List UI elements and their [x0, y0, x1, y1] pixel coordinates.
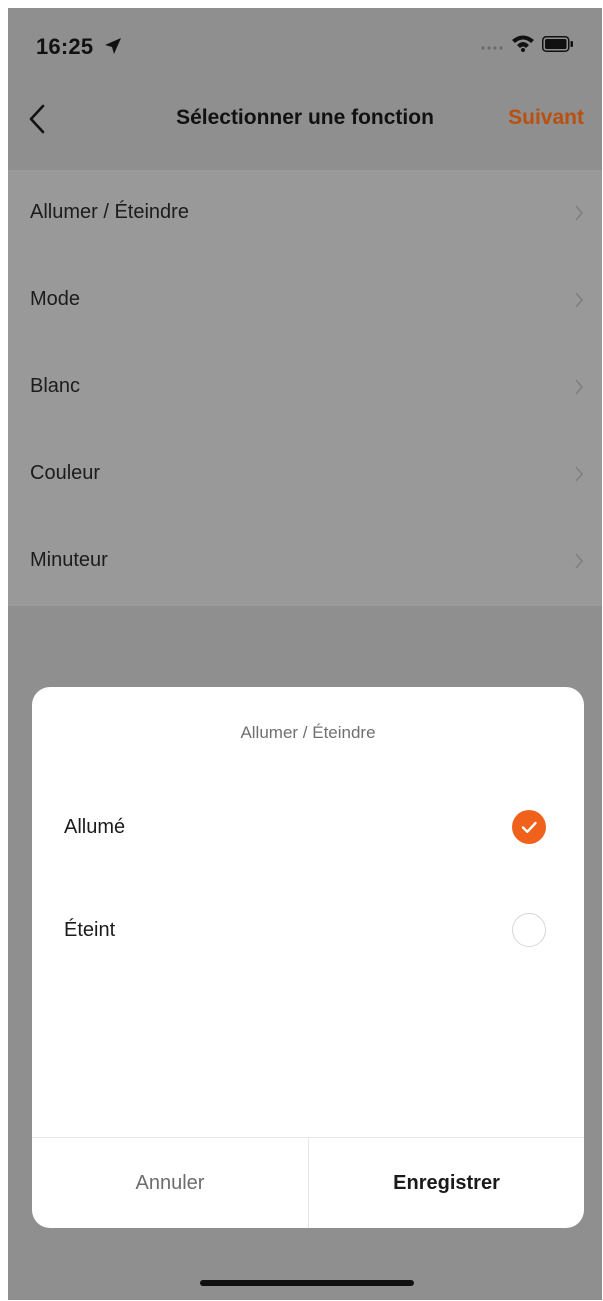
save-button[interactable]: Enregistrer — [308, 1138, 584, 1228]
wifi-icon — [512, 35, 534, 52]
function-item-power[interactable]: Allumer / Éteindre — [8, 170, 602, 257]
navigation-bar: Sélectionner une fonction Suivant — [8, 88, 602, 150]
function-item-label: Allumer / Éteindre — [30, 201, 189, 223]
home-indicator[interactable] — [200, 1280, 414, 1286]
function-item-color[interactable]: Couleur — [8, 431, 602, 518]
radio-checked-icon[interactable] — [512, 810, 546, 844]
option-label: Allumé — [64, 816, 126, 838]
dialog-title: Allumer / Éteindre — [240, 723, 376, 742]
radio-unchecked-icon[interactable] — [512, 913, 546, 947]
function-item-white[interactable]: Blanc — [8, 344, 602, 431]
chevron-right-icon — [575, 553, 584, 569]
function-item-label: Minuteur — [30, 549, 108, 571]
chevron-right-icon — [575, 292, 584, 308]
chevron-right-icon — [575, 379, 584, 395]
function-list: Allumer / Éteindre Mode Blanc Couleur Mi… — [8, 170, 602, 606]
option-off[interactable]: Éteint — [32, 901, 584, 961]
power-selection-dialog: Allumer / Éteindre Allumé Éteint Annuler… — [32, 687, 584, 1228]
dialog-footer: Annuler Enregistrer — [32, 1137, 584, 1228]
function-item-label: Couleur — [30, 462, 101, 484]
chevron-right-icon — [575, 466, 584, 482]
signal-icon — [481, 46, 503, 50]
chevron-right-icon — [575, 205, 584, 221]
function-item-mode[interactable]: Mode — [8, 257, 602, 344]
function-item-timer[interactable]: Minuteur — [8, 518, 602, 605]
cancel-button[interactable]: Annuler — [32, 1138, 308, 1228]
option-on[interactable]: Allumé — [32, 798, 584, 858]
status-bar: 16:25 — [8, 8, 602, 88]
function-item-label: Blanc — [30, 375, 81, 397]
status-time: 16:25 — [36, 34, 94, 59]
battery-icon — [542, 36, 573, 52]
app-screen: 16:25 Sélectionner une fonction Suivant — [8, 8, 602, 1300]
option-label: Éteint — [64, 919, 116, 941]
function-item-label: Mode — [30, 288, 81, 310]
location-arrow-icon — [105, 38, 121, 54]
next-button[interactable]: Suivant — [508, 106, 584, 130]
checkmark-icon — [521, 821, 537, 833]
